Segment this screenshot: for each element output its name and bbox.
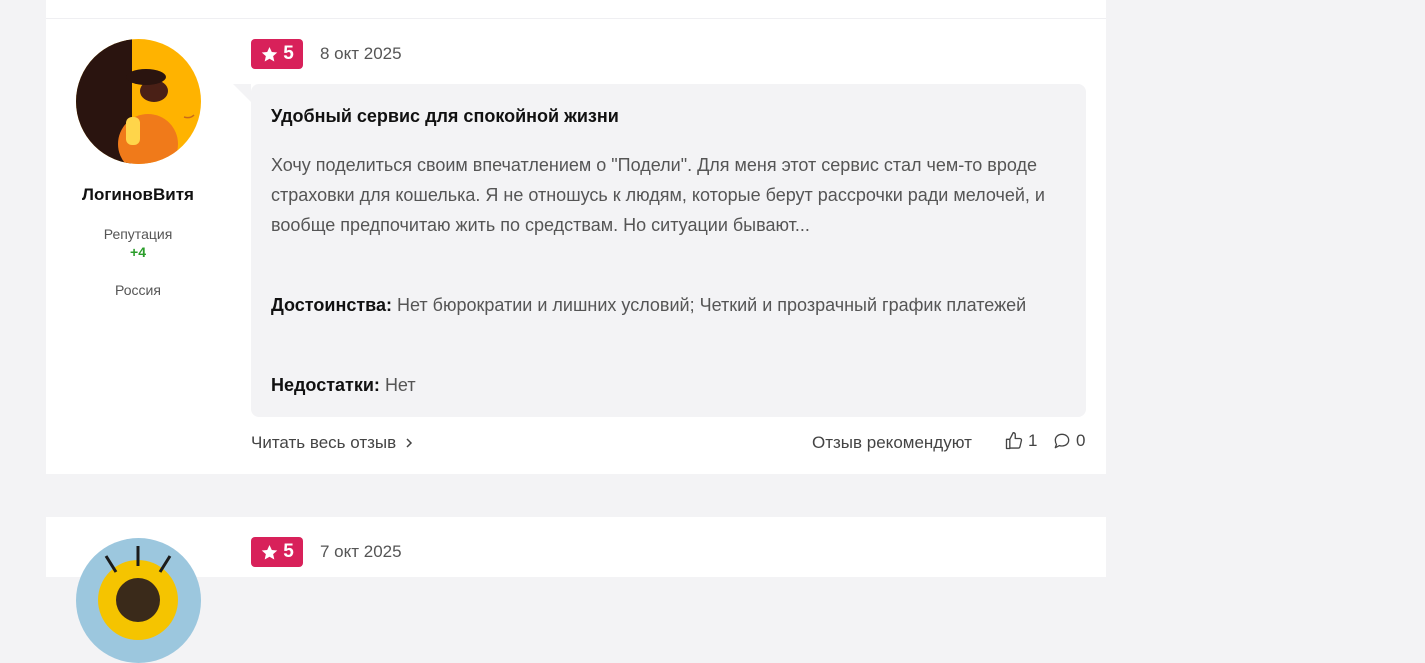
- comment-icon: [1054, 433, 1070, 449]
- avatar[interactable]: [76, 39, 201, 164]
- review-card: ЛогиновВитя Репутация +4 Россия 5 8 окт …: [46, 0, 1106, 474]
- like-button[interactable]: 1: [1004, 431, 1037, 451]
- rating-badge: 5: [251, 39, 303, 69]
- star-icon: [261, 46, 278, 62]
- rating-value: 5: [283, 43, 294, 64]
- reputation-label: Репутация: [103, 226, 173, 242]
- review-text: Хочу поделиться своим впечатлением о "По…: [271, 155, 1045, 235]
- review-card: 5 7 окт 2025: [46, 517, 1106, 663]
- read-more-label: Читать весь отзыв: [251, 433, 397, 452]
- rating-badge: 5: [251, 537, 303, 567]
- review-date: 7 окт 2025: [320, 542, 402, 561]
- pros-text: Нет бюрократии и лишних условий; Четкий …: [397, 295, 1027, 315]
- review-date: 8 окт 2025: [320, 44, 402, 63]
- review-title[interactable]: Удобный сервис для спокойной жизни: [271, 106, 619, 127]
- author-country: Россия: [115, 282, 161, 298]
- review-cons: Недостатки: Нет: [271, 370, 1071, 400]
- review-body: Удобный сервис для спокойной жизни Хочу …: [233, 84, 1086, 417]
- review-pros: Достоинства: Нет бюрократии и лишних усл…: [271, 290, 1071, 320]
- read-full-review-link[interactable]: Читать весь отзыв: [251, 433, 414, 453]
- likes-count: 1: [1028, 431, 1038, 450]
- pros-label: Достоинства:: [271, 295, 392, 315]
- thumbs-up-icon: [1005, 432, 1023, 450]
- recommend-label: Отзыв рекомендуют: [812, 433, 972, 452]
- comments-button[interactable]: 0: [1052, 431, 1085, 451]
- divider: [46, 18, 1106, 19]
- reputation-value: +4: [130, 244, 146, 260]
- rating-value: 5: [283, 541, 294, 562]
- cons-label: Недостатки:: [271, 375, 380, 395]
- author-name[interactable]: ЛогиновВитя: [46, 185, 230, 205]
- cons-text: Нет: [384, 375, 416, 395]
- chevron-right-icon: [406, 438, 413, 448]
- star-icon: [261, 544, 278, 560]
- comments-count: 0: [1076, 431, 1086, 450]
- avatar[interactable]: [76, 538, 201, 663]
